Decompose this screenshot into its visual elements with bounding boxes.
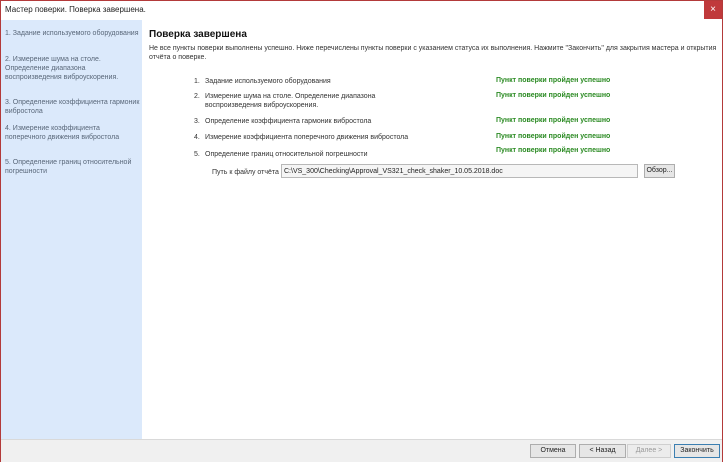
cancel-button[interactable]: Отмена: [530, 444, 576, 458]
footer-bar: Отмена < Назад Далее > Закончить: [1, 439, 722, 462]
step-label: Определение коэффициента гармоник виброс…: [205, 118, 372, 125]
sidebar-item-noise-range[interactable]: 2. Измерение шума на столе. Определение …: [5, 55, 141, 82]
step-number: 4.: [194, 134, 200, 141]
sidebar-item-transverse-motion[interactable]: 4. Измерение коэффициента поперечного дв…: [5, 124, 141, 142]
step-label: Задание используемого оборудования: [205, 78, 331, 85]
report-path-label: Путь к файлу отчёта: [212, 169, 279, 176]
window-title: Мастер поверки. Поверка завершена.: [5, 5, 146, 14]
close-button[interactable]: ×: [704, 1, 722, 19]
back-button[interactable]: < Назад: [579, 444, 626, 458]
sidebar-item-harmonics[interactable]: 3. Определение коэффициента гармоник виб…: [5, 98, 141, 116]
close-icon: ×: [710, 4, 716, 15]
step-status: Пункт поверки пройден успешно: [496, 77, 611, 84]
step-label: Измерение коэффициента поперечного движе…: [205, 134, 409, 141]
intro-text: Не все пункты поверки выполнены успешно.…: [149, 45, 717, 61]
step-number: 5.: [194, 151, 200, 158]
wizard-window: Мастер поверки. Поверка завершена. × 1. …: [0, 0, 723, 462]
title-bar: Мастер поверки. Поверка завершена. ×: [1, 1, 722, 19]
step-number: 2.: [194, 93, 200, 100]
step-number: 3.: [194, 118, 200, 125]
sidebar-item-error-limits[interactable]: 5. Определение границ относительной погр…: [5, 158, 141, 176]
report-path-field[interactable]: C:\VS_300\Checking\Approval_VS321_check_…: [281, 164, 638, 178]
browse-button[interactable]: Обзор...: [644, 164, 675, 178]
next-button[interactable]: Далее >: [627, 444, 671, 458]
step-status: Пункт поверки пройден успешно: [496, 92, 611, 99]
finish-button[interactable]: Закончить: [674, 444, 720, 458]
step-number: 1.: [194, 78, 200, 85]
step-label: Измерение шума на столе. Определение диа…: [205, 93, 376, 109]
step-status: Пункт поверки пройден успешно: [496, 117, 611, 124]
main-content: Поверка завершена Не все пункты поверки …: [142, 20, 722, 439]
step-status: Пункт поверки пройден успешно: [496, 133, 611, 140]
page-title: Поверка завершена: [149, 29, 247, 40]
step-label: Определение границ относительной погрешн…: [205, 151, 368, 158]
wizard-steps-sidebar: 1. Задание используемого оборудования 2.…: [1, 20, 142, 439]
sidebar-item-equipment[interactable]: 1. Задание используемого оборудования: [5, 29, 141, 38]
step-status: Пункт поверки пройден успешно: [496, 147, 611, 154]
